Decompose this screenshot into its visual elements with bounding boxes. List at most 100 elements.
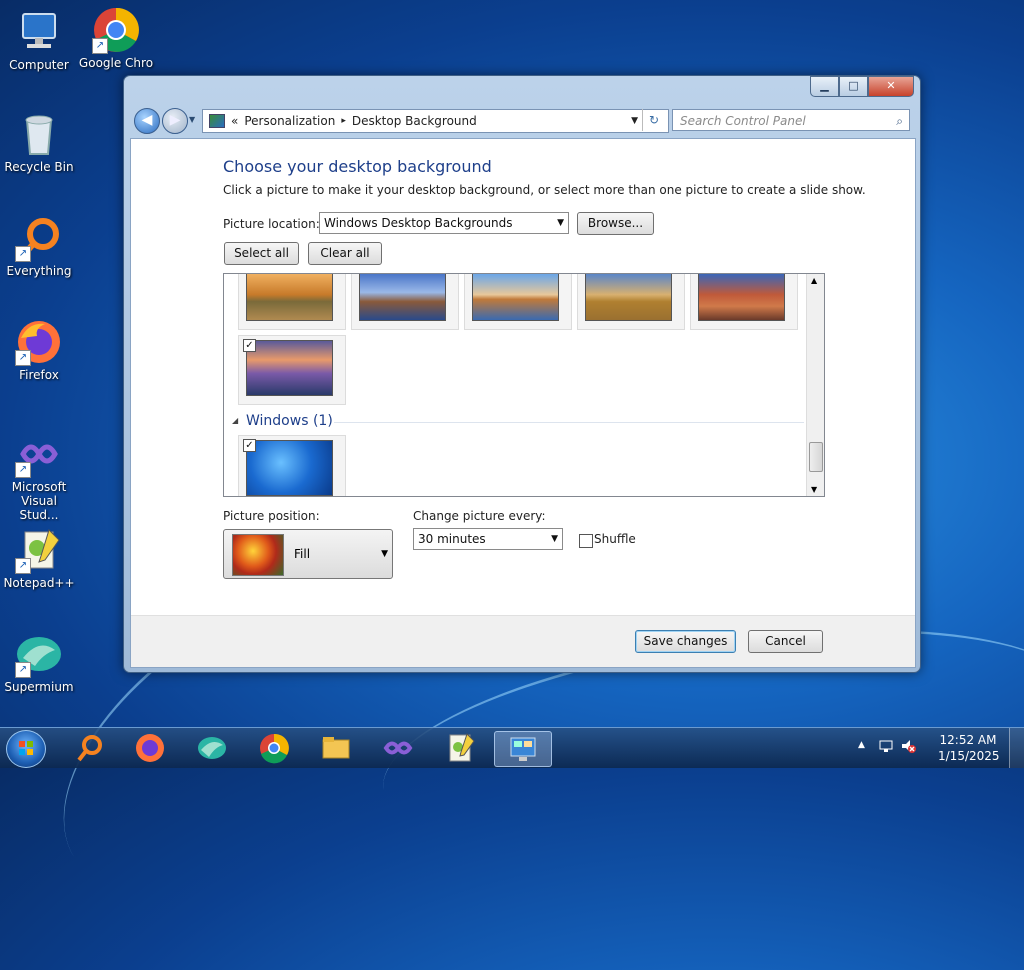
clear-all-button[interactable]: Clear all — [308, 242, 382, 265]
wallpaper-image — [472, 274, 559, 321]
taskbar-supermium[interactable] — [184, 731, 240, 765]
show-desktop-button[interactable] — [1009, 728, 1024, 768]
start-button[interactable] — [6, 730, 46, 768]
desktop-icon-label: Notepad++ — [3, 576, 75, 590]
search-input[interactable]: Search Control Panel ⌕ — [672, 109, 910, 131]
shuffle-label: Shuffle — [594, 532, 636, 546]
scroll-up-icon[interactable]: ▲ — [811, 276, 817, 285]
taskbar-chrome[interactable] — [246, 731, 302, 765]
clock-time: 12:52 AM — [939, 733, 997, 747]
scroll-down-icon[interactable]: ▼ — [811, 485, 817, 494]
change-picture-label: Change picture every: — [413, 509, 546, 523]
shortcut-arrow-icon: ↗ — [15, 558, 31, 574]
breadcrumb-separator-icon[interactable]: ▸ — [341, 116, 346, 126]
shortcut-arrow-icon: ↗ — [15, 662, 31, 678]
taskbar-notepad-plus-plus[interactable] — [432, 731, 488, 765]
desktop-icon-computer[interactable]: Computer — [1, 8, 77, 72]
search-icon[interactable]: ⌕ — [896, 110, 903, 132]
save-changes-button[interactable]: Save changes — [635, 630, 736, 653]
recycle-bin-icon — [15, 110, 63, 158]
wallpaper-thumbnail[interactable] — [351, 274, 459, 330]
wallpaper-thumbnail[interactable] — [690, 274, 798, 330]
wallpaper-image — [698, 274, 785, 321]
taskbar: ▲ 12:52 AM 1/15/2025 — [0, 727, 1024, 768]
shortcut-arrow-icon: ↗ — [15, 246, 31, 262]
notepad-plus-plus-icon — [449, 733, 475, 762]
control-panel-icon — [510, 737, 536, 761]
content-pane: Choose your desktop background Click a p… — [130, 138, 916, 668]
shuffle-checkbox[interactable] — [579, 534, 593, 548]
volume-muted-icon[interactable] — [900, 738, 916, 757]
desktop-background-window: ▁ □ ✕ ◀ ▶ ▼ « Personalization ▸ Desktop … — [123, 75, 921, 673]
taskbar-everything[interactable] — [62, 731, 118, 765]
visual-studio-icon: ↗ — [15, 430, 63, 478]
maximize-button[interactable]: □ — [839, 76, 868, 97]
show-hidden-icons-button[interactable]: ▲ — [858, 740, 865, 750]
desktop-icon-everything[interactable]: ↗ Everything — [1, 214, 77, 278]
wallpaper-thumbnail[interactable] — [577, 274, 685, 330]
desktop-icon-google-chrome[interactable]: ↗ Google Chro — [78, 6, 154, 70]
group-header-windows[interactable]: Windows (1) — [246, 413, 333, 429]
close-button[interactable]: ✕ — [868, 76, 914, 97]
scrollbar-thumb[interactable] — [809, 442, 823, 472]
wallpaper-thumbnail[interactable] — [238, 274, 346, 330]
forward-button[interactable]: ▶ — [162, 108, 188, 134]
desktop-icon-label: Microsoft Visual Stud... — [11, 480, 67, 522]
address-bar[interactable]: « Personalization ▸ Desktop Background ▼ — [202, 109, 669, 133]
window-controls: ▁ □ ✕ — [810, 76, 914, 97]
desktop-icon-visual-studio[interactable]: ↗ Microsoft Visual Stud... — [1, 430, 77, 522]
select-all-button[interactable]: Select all — [224, 242, 299, 265]
wallpaper-image — [585, 274, 672, 321]
desktop-icon-label: Everything — [6, 264, 72, 278]
folder-icon — [322, 737, 350, 759]
visual-studio-icon — [383, 741, 413, 755]
back-button[interactable]: ◀ — [134, 108, 160, 134]
search-placeholder: Search Control Panel — [680, 114, 806, 128]
firefox-icon: ↗ — [15, 318, 63, 366]
taskbar-control-panel[interactable] — [494, 731, 552, 767]
shortcut-arrow-icon: ↗ — [92, 38, 108, 54]
breadcrumb-personalization[interactable]: Personalization — [244, 114, 335, 128]
chrome-icon: ↗ — [92, 6, 140, 54]
wallpaper-thumbnail[interactable]: ✓ — [238, 435, 346, 496]
breadcrumb-desktop-background[interactable]: Desktop Background — [352, 114, 477, 128]
taskbar-visual-studio[interactable] — [370, 731, 426, 765]
minimize-button[interactable]: ▁ — [810, 76, 839, 97]
picture-position-select[interactable]: Fill ▼ — [223, 529, 393, 579]
browse-button[interactable]: Browse... — [577, 212, 654, 235]
everything-icon — [77, 735, 102, 762]
wallpaper-thumbnail[interactable] — [464, 274, 572, 330]
wallpaper-checkbox[interactable]: ✓ — [243, 339, 256, 352]
clock[interactable]: 12:52 AM 1/15/2025 — [938, 732, 1000, 764]
change-picture-value: 30 minutes — [418, 532, 486, 546]
cancel-button[interactable]: Cancel — [748, 630, 823, 653]
desktop-icon-firefox[interactable]: ↗ Firefox — [1, 318, 77, 382]
chevron-down-icon: ▼ — [381, 549, 388, 559]
desktop-icon-supermium[interactable]: ↗ Supermium — [1, 630, 77, 694]
change-picture-select[interactable]: 30 minutes ▼ — [413, 528, 563, 550]
chevron-down-icon: ▼ — [551, 534, 558, 544]
breadcrumb-root[interactable]: « — [231, 114, 238, 128]
wallpaper-checkbox[interactable]: ✓ — [243, 439, 256, 452]
refresh-button[interactable]: ↻ — [642, 109, 665, 131]
navigation-bar: ◀ ▶ ▼ « Personalization ▸ Desktop Backgr… — [132, 106, 912, 136]
wallpaper-thumbnail[interactable]: ✓ — [238, 335, 346, 405]
forward-arrow-icon: ▶ — [169, 112, 181, 128]
taskbar-file-explorer[interactable] — [308, 731, 364, 765]
collapse-triangle-icon[interactable]: ◢ — [232, 416, 238, 425]
picture-location-select[interactable]: Windows Desktop Backgrounds ▼ — [319, 212, 569, 234]
desktop-icon-label: Google Chro — [78, 56, 154, 70]
desktop-icon-label: Supermium — [4, 680, 74, 694]
supermium-icon: ↗ — [15, 630, 63, 678]
recent-pages-dropdown[interactable]: ▼ — [189, 115, 195, 124]
back-arrow-icon: ◀ — [141, 112, 153, 128]
desktop-icon-notepad-plus-plus[interactable]: ↗ Notepad++ — [1, 526, 77, 590]
address-dropdown-icon[interactable]: ▼ — [631, 116, 638, 126]
control-panel-icon — [209, 114, 225, 128]
wallpaper-image — [246, 440, 333, 496]
picture-location-label: Picture location: — [223, 217, 320, 231]
network-icon[interactable] — [878, 738, 894, 757]
desktop-icon-recycle-bin[interactable]: Recycle Bin — [1, 110, 77, 174]
taskbar-firefox[interactable] — [122, 731, 178, 765]
gallery-scrollbar[interactable]: ▲ ▼ — [806, 274, 824, 496]
